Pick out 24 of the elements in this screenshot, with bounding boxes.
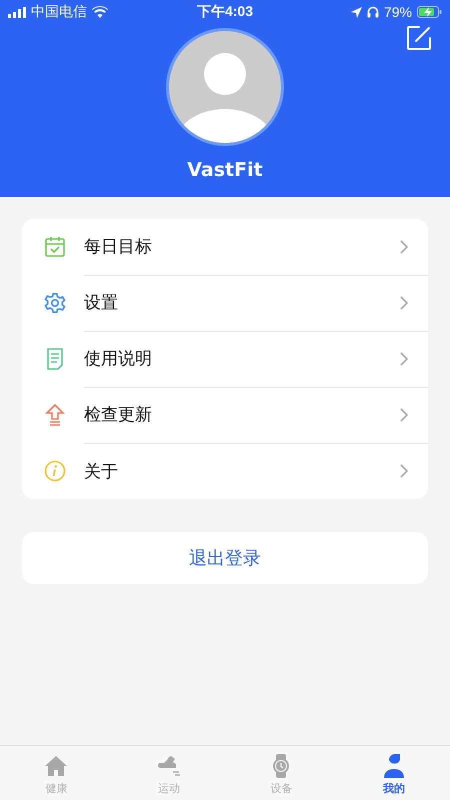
tab[interactable]: 我的: [338, 746, 450, 800]
signal-icon: [8, 6, 26, 18]
battery-charging-icon: [417, 6, 442, 18]
status-time: 下午4:03: [196, 3, 254, 21]
edit-icon[interactable]: [407, 26, 431, 50]
menu-item[interactable]: 关于: [22, 443, 428, 499]
chevron-icon: [400, 352, 408, 366]
person-icon[interactable]: [382, 754, 405, 778]
chevron-icon: [400, 240, 408, 254]
menu-item[interactable]: 检查更新: [22, 387, 428, 443]
battery-percentage: 79%: [384, 4, 412, 20]
headphones-icon: [366, 6, 379, 18]
location-icon: [350, 6, 362, 18]
logout-button[interactable]: 退出登录: [22, 532, 428, 584]
carrier-name: 中国电信: [31, 3, 87, 21]
chevron-icon: [400, 408, 408, 422]
chevron-icon: [400, 464, 408, 478]
wifi-icon: [92, 6, 108, 18]
menu-item[interactable]: 使用说明: [22, 331, 428, 387]
menu-item[interactable]: 每日目标: [22, 219, 428, 275]
user-name: VastFit: [187, 159, 263, 181]
chevron-icon: [400, 296, 408, 310]
avatar-icon[interactable]: [165, 27, 285, 147]
menu-item[interactable]: 设置: [22, 275, 428, 331]
